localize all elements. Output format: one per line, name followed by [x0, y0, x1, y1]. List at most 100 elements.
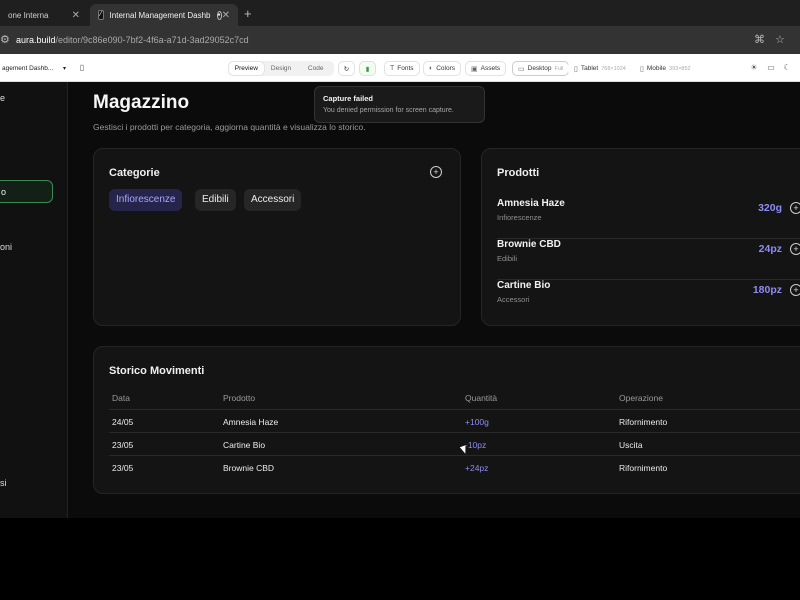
product-name: Amnesia Haze: [497, 198, 565, 209]
chevron-down-icon: ▾: [62, 66, 66, 72]
palette-icon: ◐: [429, 65, 434, 72]
cell-operation: Rifornimento: [619, 417, 668, 427]
view-mode-segment: Preview Design Code: [228, 61, 334, 76]
add-quantity-icon[interactable]: +: [790, 202, 800, 214]
categories-title: Categorie: [109, 167, 160, 179]
device-sub: 768×1024: [601, 65, 626, 72]
column-header-product: Prodotto: [223, 393, 256, 403]
sidebar-toggle-icon[interactable]: ▯: [76, 62, 88, 74]
row-divider: [109, 455, 800, 456]
editor-toolbar: agement Dashb... ▾ ▯ Preview Design Code…: [0, 54, 800, 82]
close-icon[interactable]: ✕: [72, 10, 80, 21]
browser-tab-inactive[interactable]: one Interna ✕: [0, 4, 88, 26]
sidebar-item-1[interactable]: e: [0, 93, 5, 103]
column-header-quantity: Quantità: [465, 393, 498, 403]
cell-quantity: -10pz: [465, 440, 487, 450]
sidebar-item-label: o: [1, 187, 7, 197]
mobile-icon: ▯: [640, 65, 644, 73]
cell-quantity: +100g: [465, 417, 489, 427]
project-name: agement Dashb...: [2, 65, 54, 72]
app-sidebar: e o oni si: [0, 82, 68, 518]
translate-icon[interactable]: ⌘: [754, 33, 765, 46]
project-select[interactable]: agement Dashb... ▾: [0, 61, 68, 76]
url-field[interactable]: aura.build/editor/9c86e090-7bf2-4f6a-a71…: [16, 35, 249, 45]
close-icon[interactable]: ✕: [222, 10, 230, 21]
column-header-operation: Operazione: [619, 393, 663, 403]
toast-message: You denied permission for screen capture…: [323, 107, 454, 114]
cell-date: 23/05: [112, 440, 134, 450]
product-category: Accessori: [497, 295, 530, 304]
device-sub: Full: [554, 65, 564, 72]
product-name: Cartine Bio: [497, 280, 551, 291]
sidebar-item-active[interactable]: o: [0, 180, 53, 203]
cell-product: Cartine Bio: [223, 440, 266, 450]
bookmark-star-icon[interactable]: ☆: [775, 33, 785, 46]
history-card: Storico Movimenti Data Prodotto Quantità…: [93, 346, 800, 494]
capture-failed-toast: Capture failed You denied permission for…: [314, 86, 485, 123]
cell-operation: Uscita: [619, 440, 643, 450]
status-dot-icon: ▮: [365, 65, 370, 73]
device-label: Desktop: [527, 65, 552, 72]
assets-button[interactable]: ▣ Assets: [465, 61, 507, 76]
product-category: Edibili: [497, 254, 518, 263]
product-row[interactable]: Cartine Bio Accessori 180pz +: [497, 280, 800, 321]
add-quantity-icon[interactable]: +: [790, 243, 800, 255]
cell-date: 24/05: [112, 417, 134, 427]
cell-quantity: +24pz: [465, 463, 489, 473]
toast-title: Capture failed: [323, 94, 374, 103]
device-tablet-button[interactable]: ▯ Tablet 768×1024: [568, 61, 632, 76]
device-sub: 393×852: [669, 65, 691, 72]
monitor-icon[interactable]: ▭: [765, 62, 777, 74]
refresh-button[interactable]: ↻: [338, 61, 355, 76]
browser-tab-strip: one Interna ✕ ⁄ Internal Management Dash…: [0, 0, 800, 26]
product-quantity: 24pz: [758, 243, 782, 255]
image-icon: ▣: [471, 65, 478, 73]
colors-button[interactable]: ◐ Colors: [423, 61, 462, 76]
sidebar-item-4[interactable]: si: [0, 478, 7, 488]
tab-title: Internal Management Dashb: [109, 10, 211, 20]
category-chip[interactable]: Infiorescenze: [109, 189, 183, 211]
sidebar-item-3[interactable]: oni: [0, 242, 12, 252]
device-label: Mobile: [646, 65, 667, 72]
product-category: Infiorescenze: [497, 213, 542, 222]
product-quantity: 320g: [758, 202, 782, 214]
segment-preview[interactable]: Preview: [229, 62, 264, 75]
add-category-icon[interactable]: +: [430, 166, 442, 178]
device-desktop-button[interactable]: ▭ Desktop Full: [512, 61, 570, 76]
cell-date: 23/05: [112, 463, 134, 473]
fonts-label: Fonts: [397, 65, 414, 72]
new-tab-icon[interactable]: +: [244, 6, 252, 21]
segment-design[interactable]: Design: [264, 62, 299, 75]
preview-viewport: e o oni si Magazzino Gestisci i prodotti…: [0, 82, 800, 518]
row-divider: [109, 432, 800, 433]
browser-tab-active[interactable]: ⁄ Internal Management Dashb ● ✕: [90, 4, 238, 26]
row-divider: [109, 409, 800, 410]
categories-card: Categorie + Infiorescenze Edibili Access…: [93, 148, 461, 326]
product-row[interactable]: Brownie CBD Edibili 24pz +: [497, 239, 800, 280]
category-chip[interactable]: Accessori: [244, 189, 302, 211]
address-bar: ⚙ aura.build/editor/9c86e090-7bf2-4f6a-a…: [0, 26, 800, 54]
cell-product: Amnesia Haze: [223, 417, 279, 427]
status-button[interactable]: ▮: [359, 61, 376, 76]
product-name: Brownie CBD: [497, 239, 561, 250]
page-subtitle: Gestisci i prodotti per categoria, aggio…: [93, 122, 366, 132]
cell-product: Brownie CBD: [223, 463, 275, 473]
products-card: Prodotti Amnesia Haze Infiorescenze 320g…: [481, 148, 800, 326]
device-mobile-button[interactable]: ▯ Mobile 393×852: [634, 61, 697, 76]
fonts-button[interactable]: T Fonts: [384, 61, 420, 76]
tab-title: one Interna: [8, 10, 49, 20]
text-icon: T: [390, 65, 395, 72]
url-host: aura.build: [16, 35, 56, 45]
dark-mode-icon[interactable]: ☾: [781, 62, 793, 74]
cell-operation: Rifornimento: [619, 463, 668, 473]
url-path: /editor/9c86e090-7bf2-4f6a-a71d-3ad29052…: [55, 35, 249, 45]
site-settings-icon[interactable]: ⚙: [0, 33, 10, 46]
add-quantity-icon[interactable]: +: [790, 284, 800, 296]
segment-code[interactable]: Code: [298, 62, 333, 75]
category-chip[interactable]: Edibili: [195, 189, 236, 211]
desktop-icon: ▭: [518, 65, 525, 73]
light-mode-icon[interactable]: ☀: [748, 62, 760, 74]
product-row[interactable]: Amnesia Haze Infiorescenze 320g +: [497, 198, 800, 239]
products-title: Prodotti: [497, 167, 540, 179]
tablet-icon: ▯: [574, 65, 578, 73]
